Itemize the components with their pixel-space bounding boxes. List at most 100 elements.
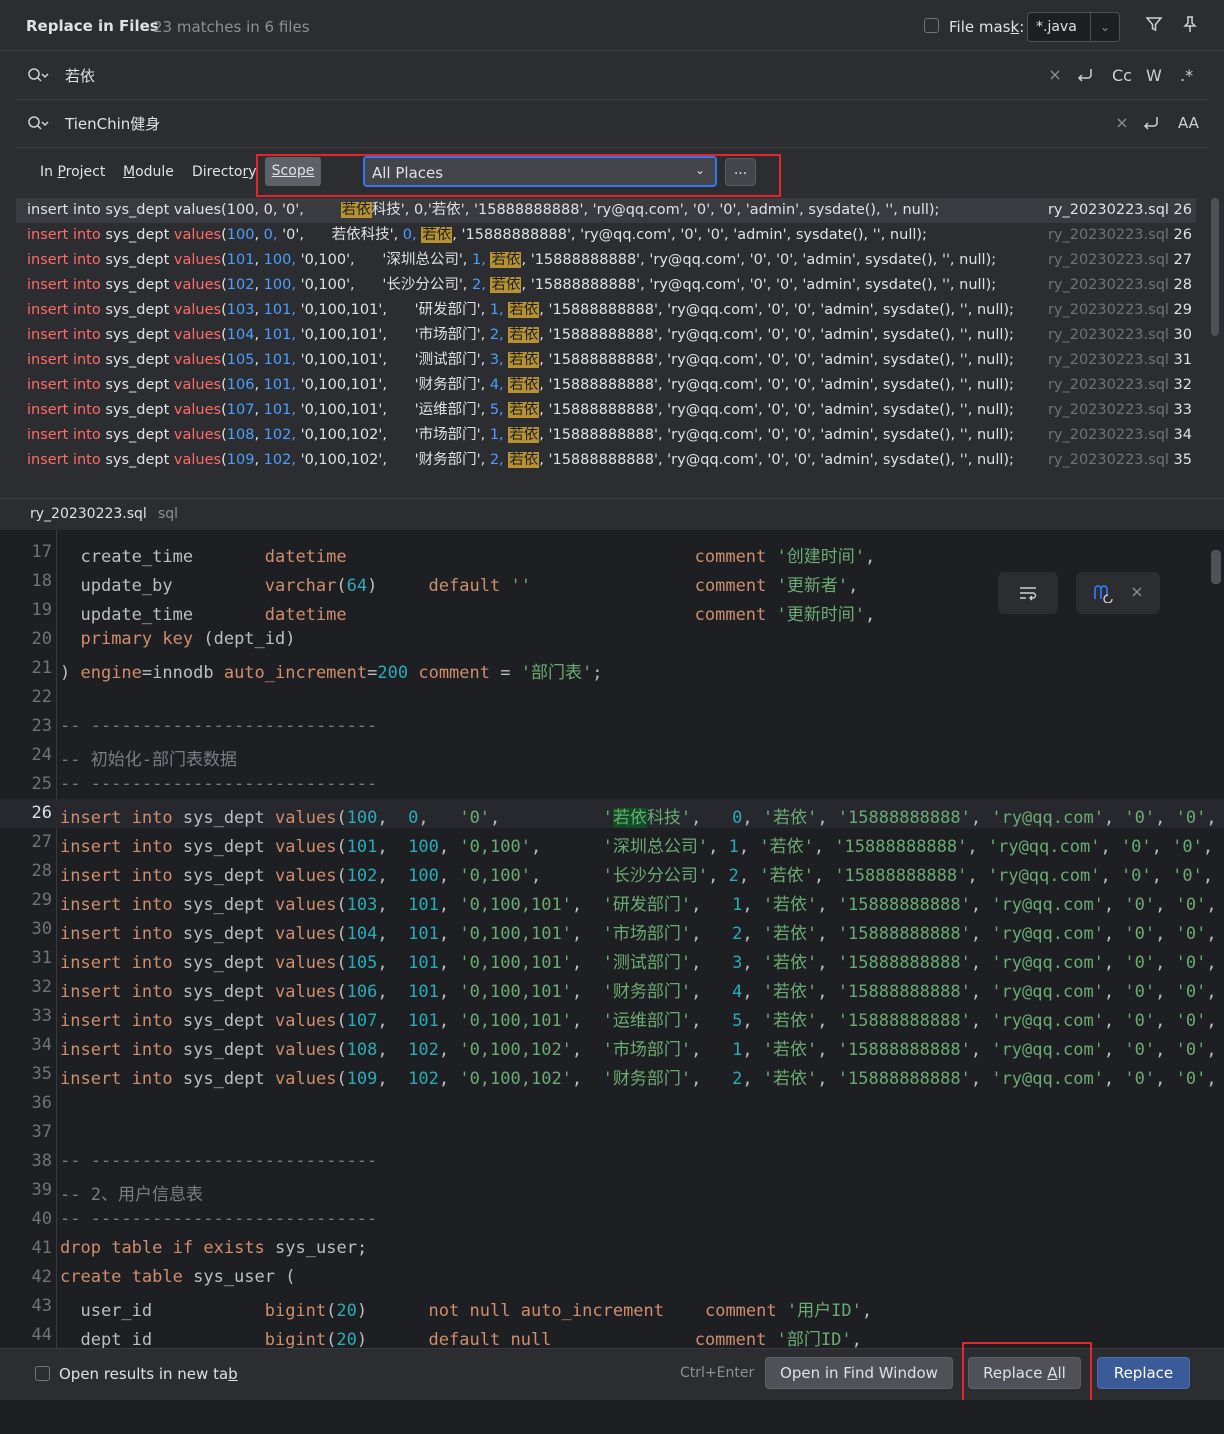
preview-language: sql: [158, 506, 179, 522]
result-row[interactable]: insert into sys_dept valuesinsert into s…: [16, 323, 1196, 348]
code-line: insert into sys_dept values(109, 102, '0…: [60, 1069, 1217, 1089]
line-number: 31: [31, 948, 52, 968]
result-code: insert into sys_dept valuesinsert into s…: [27, 252, 997, 268]
line-number: 18: [31, 571, 52, 591]
line-number: 35: [31, 1064, 52, 1084]
find-field[interactable]: 若依 × Cc W .*: [16, 51, 1208, 100]
code-line: primary key (dept_id): [80, 629, 296, 649]
replace-input[interactable]: TienChin健身: [65, 113, 160, 134]
clear-find-icon[interactable]: ×: [1046, 66, 1064, 84]
result-row[interactable]: insert into sys_dept valuesinsert into s…: [16, 373, 1196, 398]
annotation-box-replace-all: [962, 1342, 1092, 1403]
code-line: user_id bigint(20) not null auto_increme…: [80, 1301, 873, 1321]
line-number: 42: [31, 1267, 52, 1287]
gutter-divider: [56, 530, 57, 1348]
match-case-toggle[interactable]: Cc: [1112, 66, 1132, 85]
result-row[interactable]: insert into sys_dept valuesinsert into s…: [16, 423, 1196, 448]
result-code: insert into sys_dept valuesinsert into s…: [27, 427, 1014, 443]
line-number: 20: [31, 629, 52, 649]
new-line-icon[interactable]: [1140, 114, 1162, 136]
line-number: 43: [31, 1296, 52, 1316]
code-line: -- ----------------------------: [60, 1209, 378, 1229]
preview-header: ry_20230223.sql sql: [0, 498, 1224, 531]
replace-button[interactable]: Replace: [1097, 1357, 1190, 1389]
result-code: insert into sys_dept values(100, 0, '0',…: [27, 202, 940, 218]
line-number: 41: [31, 1238, 52, 1258]
preview-scrollbar[interactable]: [1211, 550, 1221, 584]
find-input[interactable]: 若依: [65, 65, 95, 86]
annotation-box-scope: [256, 154, 781, 197]
line-number: 26: [31, 803, 52, 823]
regex-toggle[interactable]: .*: [1180, 66, 1193, 85]
line-number: 25: [31, 774, 52, 794]
code-line: -- 2、用户信息表: [60, 1185, 203, 1205]
file-mask-label: File mask:: [949, 18, 1025, 36]
file-mask-combo[interactable]: *.java ⌄: [1027, 12, 1120, 42]
line-number: 40: [31, 1209, 52, 1229]
code-line: update_by varchar(64) default '' comment…: [80, 576, 859, 596]
code-preview[interactable]: 17 create_time datetime comment '创建时间', 1…: [0, 530, 1224, 1348]
replace-field[interactable]: TienChin健身 × AA: [16, 99, 1208, 148]
tab-directory[interactable]: Directory: [192, 164, 257, 180]
code-line: insert into sys_dept values(103, 101, '0…: [60, 895, 1217, 915]
open-new-tab-checkbox[interactable]: [35, 1366, 50, 1381]
result-row[interactable]: insert into sys_dept valuesinsert into s…: [16, 223, 1196, 248]
result-row[interactable]: insert into sys_dept valuesinsert into s…: [16, 398, 1196, 423]
results-scrollbar[interactable]: [1211, 198, 1219, 336]
result-code: insert into sys_dept valuesinsert into s…: [27, 277, 997, 293]
code-line: insert into sys_dept values(101, 100, '0…: [60, 837, 1224, 857]
line-number: 36: [31, 1093, 52, 1113]
tab-in-project[interactable]: In Project: [40, 164, 105, 180]
reader-mode-icon[interactable]: [1092, 583, 1116, 607]
search-history-icon[interactable]: [26, 66, 50, 88]
result-row[interactable]: insert into sys_dept valuesinsert into s…: [16, 273, 1196, 298]
pin-icon[interactable]: [1180, 15, 1200, 37]
result-file: ry_20230223.sql 26: [1047, 202, 1192, 218]
chevron-down-icon[interactable]: ⌄: [1090, 13, 1119, 41]
result-code: insert into sys_dept valuesinsert into s…: [27, 452, 1014, 468]
code-line: -- ----------------------------: [60, 716, 378, 736]
preserve-case-toggle[interactable]: AA: [1178, 114, 1199, 132]
open-new-tab-label: Open results in new tab: [59, 1365, 238, 1383]
line-number: 33: [31, 1006, 52, 1026]
dialog-title: Replace in Files: [26, 17, 159, 35]
result-code: insert into sys_dept valuesinsert into s…: [27, 377, 1014, 393]
result-code: insert into sys_dept valuesinsert into s…: [27, 302, 1014, 318]
whole-words-toggle[interactable]: W: [1146, 66, 1162, 85]
line-number: 34: [31, 1035, 52, 1055]
result-row[interactable]: insert into sys_dept valuesinsert into s…: [16, 298, 1196, 323]
line-number: 28: [31, 861, 52, 881]
code-line: -- 初始化-部门表数据: [60, 750, 237, 770]
shortcut-hint: Ctrl+Enter: [680, 1365, 755, 1381]
result-row[interactable]: insert into sys_dept valuesinsert into s…: [16, 448, 1196, 473]
code-line: create table sys_user (: [60, 1267, 296, 1287]
code-line: insert into sys_dept values(104, 101, '0…: [60, 924, 1217, 944]
result-row[interactable]: insert into sys_dept valuesinsert into s…: [16, 248, 1196, 273]
filter-icon[interactable]: [1144, 15, 1164, 37]
match-count: 23 matches in 6 files: [153, 18, 310, 36]
result-file: ry_20230223.sql 33: [1047, 402, 1192, 418]
result-file: ry_20230223.sql 34: [1047, 427, 1192, 443]
tab-module[interactable]: Module: [123, 164, 174, 180]
file-mask-checkbox[interactable]: [924, 18, 939, 33]
result-file: ry_20230223.sql 29: [1047, 302, 1192, 318]
new-line-icon[interactable]: [1074, 66, 1096, 88]
open-in-find-window-button[interactable]: Open in Find Window: [765, 1357, 953, 1389]
reader-mode-toolbar: ×: [1076, 572, 1160, 614]
close-icon[interactable]: ×: [1128, 583, 1146, 601]
line-number: 19: [31, 600, 52, 620]
code-line: insert into sys_dept values(106, 101, '0…: [60, 982, 1217, 1002]
result-file: ry_20230223.sql 31: [1047, 352, 1192, 368]
soft-wrap-toolbar: [998, 572, 1058, 614]
result-file: ry_20230223.sql 27: [1047, 252, 1192, 268]
clear-replace-icon[interactable]: ×: [1113, 114, 1131, 132]
results-list[interactable]: insert into sys_dept values(100, 0, '0',…: [16, 198, 1208, 488]
replace-history-icon[interactable]: [26, 114, 50, 136]
line-number: 22: [31, 687, 52, 707]
result-row[interactable]: [16, 473, 1196, 485]
soft-wrap-icon[interactable]: [1018, 584, 1038, 606]
result-row[interactable]: insert into sys_dept valuesinsert into s…: [16, 348, 1196, 373]
code-line: dept_id bigint(20) default null comment …: [80, 1330, 862, 1348]
result-row[interactable]: insert into sys_dept values(100, 0, '0',…: [16, 198, 1196, 223]
line-number: 38: [31, 1151, 52, 1171]
